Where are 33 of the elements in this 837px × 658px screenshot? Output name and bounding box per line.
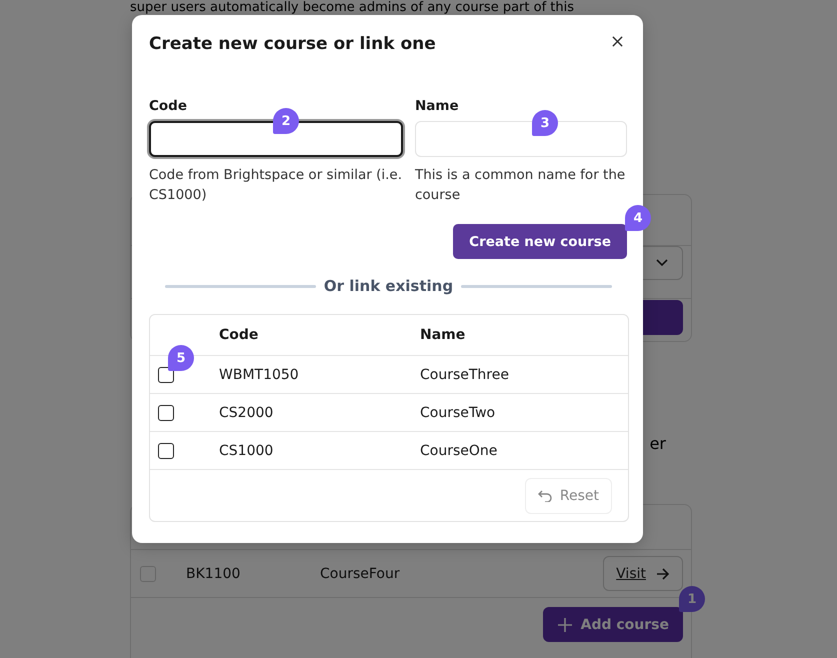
help-text: Code from Brightspace or similar (i.e. CS1000): [149, 166, 403, 205]
table-cell-text: CourseFour: [320, 566, 401, 582]
undo-icon: [538, 490, 552, 502]
chevron-down-icon: [656, 259, 668, 267]
checkbox[interactable]: [158, 404, 174, 420]
intro-text: super users automatically become admins of any course part of this: [130, 0, 575, 15]
table-cell-text: WBMT1050: [219, 366, 300, 382]
field-label: Name: [415, 97, 460, 115]
column-header: Code: [219, 327, 260, 343]
step-badge: 4: [625, 205, 651, 231]
checkbox[interactable]: [158, 442, 174, 458]
table-cell-text: CS1000: [219, 442, 274, 458]
table-cell: CourseThree: [420, 366, 509, 382]
step-badge: 2: [273, 108, 299, 134]
column-header: Name: [420, 327, 466, 343]
table-cell: CourseTwo: [420, 404, 496, 420]
divider-label: Or link existing: [324, 277, 454, 295]
plus-icon: [556, 616, 573, 632]
paragraph-text: er: [650, 434, 666, 453]
dialog-title: Create new course or link one: [149, 34, 436, 54]
step-badge: 5: [168, 345, 194, 371]
create-course-button[interactable]: Create new course: [453, 224, 627, 259]
table-cell-text: BK1100: [186, 566, 242, 582]
table-cell: CourseOne: [420, 442, 498, 458]
step-badge: 1: [679, 586, 705, 612]
step-badge: 3: [532, 110, 558, 136]
visit-button[interactable]: Visit: [603, 556, 683, 591]
help-text: This is a common name for the course: [415, 166, 626, 205]
close-icon: [612, 36, 623, 47]
arrow-right-icon: [656, 568, 670, 580]
add-course-button[interactable]: Add course: [542, 607, 683, 642]
table-cell-text: CS2000: [219, 404, 274, 420]
field-label: Code: [149, 97, 188, 115]
